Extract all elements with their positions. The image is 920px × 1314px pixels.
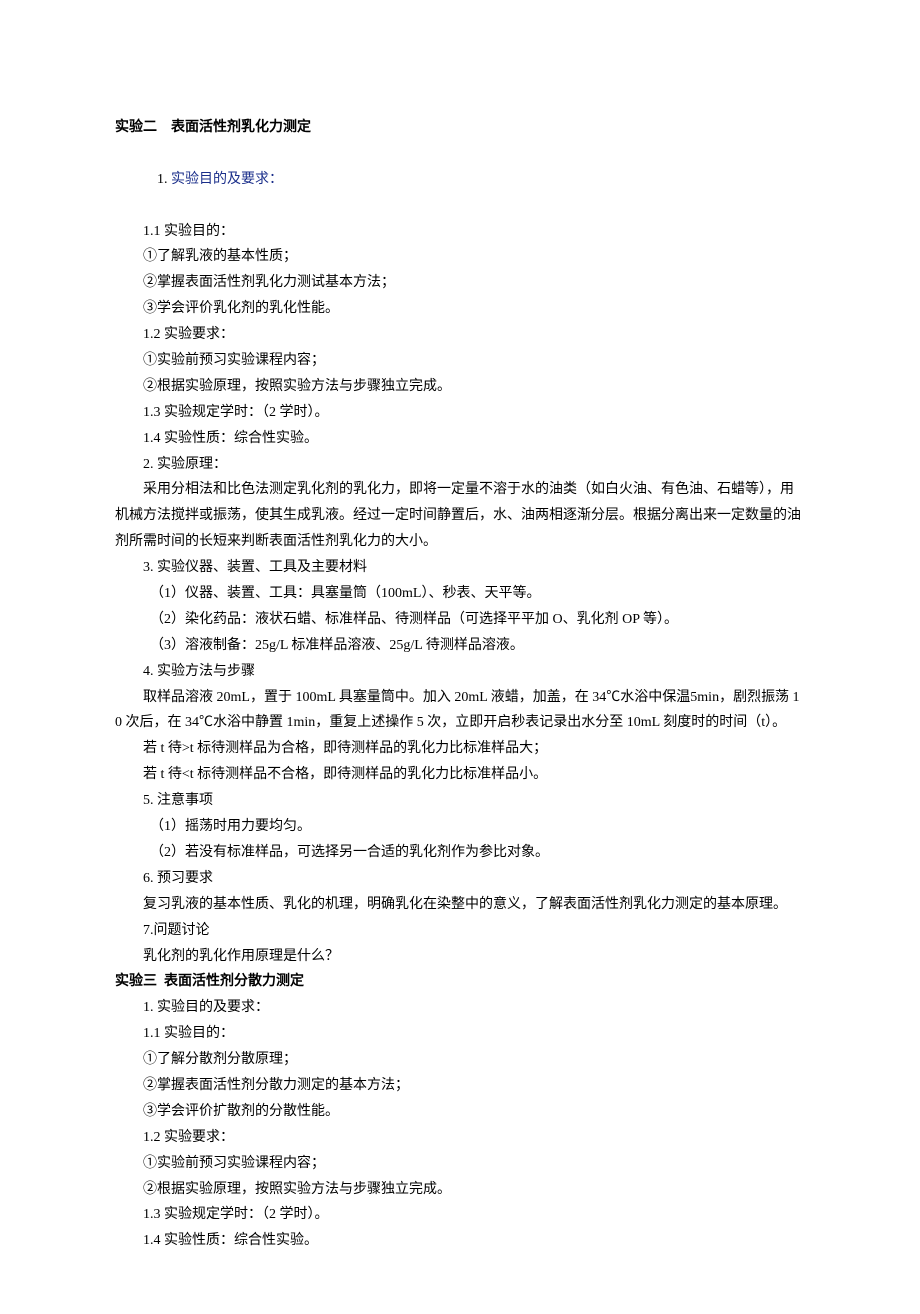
section-6-heading: 6. 预习要求: [115, 866, 805, 892]
section-1-title: 实验目的及要求：: [171, 172, 283, 187]
method-paragraph-2: 若 t 待>t 标待测样品为合格，即待测样品的乳化力比标准样品大；: [115, 736, 805, 762]
subsection-1-4: 1.4 实验性质：综合性实验。: [115, 426, 805, 452]
section-7-heading: 7.问题讨论: [115, 918, 805, 944]
exp3-section-1-heading: 1. 实验目的及要求：: [115, 995, 805, 1021]
section-5-heading: 5. 注意事项: [115, 788, 805, 814]
method-paragraph-1: 取样品溶液 20mL，置于 100mL 具塞量筒中。加入 20mL 液蜡，加盖，…: [115, 685, 805, 737]
note-1: （1）摇荡时用力要均匀。: [115, 814, 805, 840]
equipment-2: （2）染化药品：液状石蜡、标准样品、待测样品（可选择平平加 O、乳化剂 OP 等…: [115, 607, 805, 633]
subsection-1-2: 1.2 实验要求：: [115, 322, 805, 348]
experiment-3-title: 实验三 表面活性剂分散力测定: [115, 969, 805, 995]
exp3-objective-1: ①了解分散剂分散原理；: [115, 1047, 805, 1073]
exp3-subsection-1-2: 1.2 实验要求：: [115, 1125, 805, 1151]
objective-1: ①了解乳液的基本性质；: [115, 244, 805, 270]
note-2: （2）若没有标准样品，可选择另一合适的乳化剂作为参比对象。: [115, 840, 805, 866]
equipment-3: （3）溶液制备：25g/L 标准样品溶液、25g/L 待测样品溶液。: [115, 633, 805, 659]
method-paragraph-3: 若 t 待<t 标待测样品不合格，即待测样品的乳化力比标准样品小。: [115, 762, 805, 788]
question-paragraph: 乳化剂的乳化作用原理是什么？: [115, 944, 805, 970]
exp3-requirement-2: ②根据实验原理，按照实验方法与步骤独立完成。: [115, 1177, 805, 1203]
exp3-subsection-1-1: 1.1 实验目的：: [115, 1021, 805, 1047]
document-page: 实验二 表面活性剂乳化力测定 1. 实验目的及要求： 1.1 实验目的： ①了解…: [0, 0, 920, 1314]
objective-2: ②掌握表面活性剂乳化力测试基本方法；: [115, 270, 805, 296]
requirement-1: ①实验前预习实验课程内容；: [115, 348, 805, 374]
exp3-objective-3: ③学会评价扩散剂的分散性能。: [115, 1099, 805, 1125]
objective-3: ③学会评价乳化剂的乳化性能。: [115, 296, 805, 322]
exp3-objective-2: ②掌握表面活性剂分散力测定的基本方法；: [115, 1073, 805, 1099]
requirement-2: ②根据实验原理，按照实验方法与步骤独立完成。: [115, 374, 805, 400]
experiment-2-title: 实验二 表面活性剂乳化力测定: [115, 115, 805, 141]
preview-paragraph: 复习乳液的基本性质、乳化的机理，明确乳化在染整中的意义，了解表面活性剂乳化力测定…: [115, 892, 805, 918]
exp3-subsection-1-4: 1.4 实验性质：综合性实验。: [115, 1228, 805, 1254]
section-3-heading: 3. 实验仪器、装置、工具及主要材料: [115, 555, 805, 581]
section-2-paragraph: 采用分相法和比色法测定乳化剂的乳化力，即将一定量不溶于水的油类（如白火油、有色油…: [115, 477, 805, 555]
equipment-1: （1）仪器、装置、工具：具塞量筒（100mL）、秒表、天平等。: [115, 581, 805, 607]
section-1-number: 1.: [157, 172, 171, 187]
section-2-heading: 2. 实验原理：: [115, 452, 805, 478]
exp3-subsection-1-3: 1.3 实验规定学时：（2 学时）。: [115, 1202, 805, 1228]
exp3-requirement-1: ①实验前预习实验课程内容；: [115, 1151, 805, 1177]
section-1-heading: 1. 实验目的及要求：: [115, 141, 805, 219]
subsection-1-1: 1.1 实验目的：: [115, 219, 805, 245]
section-4-heading: 4. 实验方法与步骤: [115, 659, 805, 685]
subsection-1-3: 1.3 实验规定学时：（2 学时）。: [115, 400, 805, 426]
